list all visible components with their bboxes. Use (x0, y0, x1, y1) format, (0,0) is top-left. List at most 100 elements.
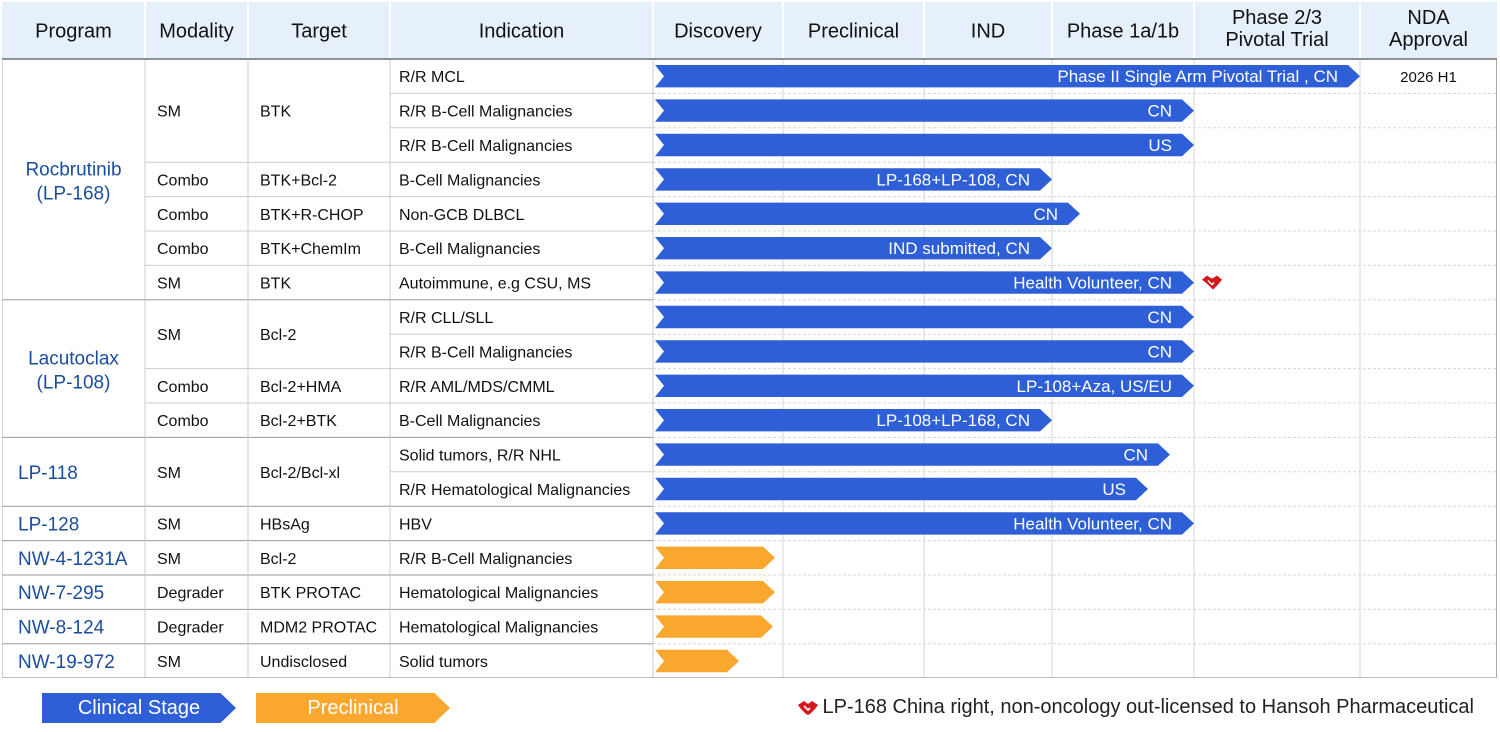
indication-cell: B-Cell Malignancies (399, 172, 540, 189)
pipeline-table: Program Modality Target Indication Discovery… (2, 2, 1497, 678)
modality-cell: Combo (157, 379, 209, 396)
target-cell: BTK PROTAC (260, 585, 361, 602)
indication-cell: Non-GCB DLBCL (399, 207, 524, 224)
target-cell: Bcl-2 (260, 327, 297, 344)
program-code: (LP-168) (37, 183, 111, 204)
modality-cell: SM (157, 104, 181, 121)
target-cell: Bcl-2 (260, 551, 297, 568)
progress-label: Health Volunteer, CN (1013, 514, 1172, 533)
program-name: LP-128 (18, 514, 79, 535)
column-header: Phase 1a/1b (1067, 21, 1179, 43)
program-name: NW-4-1231A (18, 549, 128, 570)
target-cell: BTK+Bcl-2 (260, 172, 337, 189)
progress-label: Health Volunteer, CN (1013, 274, 1172, 293)
progress-label: CN (1147, 342, 1172, 361)
preclinical-progress-arrow (655, 581, 775, 604)
preclinical-progress-arrow (655, 546, 775, 569)
handshake-icon (1202, 275, 1222, 290)
progress-label: Phase II Single Arm Pivotal Trial , CN (1057, 67, 1338, 86)
target-cell: BTK+ChemIm (260, 241, 361, 258)
column-header: Program (35, 21, 112, 43)
clinical-progress-arrow (655, 477, 1148, 501)
column-header: Modality (159, 21, 233, 43)
legend-preclinical: Preclinical (256, 693, 450, 723)
indication-cell: B-Cell Malignancies (399, 241, 540, 258)
clinical-progress-arrow (655, 133, 1194, 157)
modality-cell: SM (157, 654, 181, 671)
indication-cell: B-Cell Malignancies (399, 413, 540, 430)
modality-cell: Combo (157, 241, 209, 258)
progress-label: CN (1123, 446, 1148, 465)
target-cell: Bcl-2+BTK (260, 413, 337, 430)
indication-cell: R/R CLL/SLL (399, 310, 493, 327)
indication-cell: HBV (399, 516, 432, 533)
column-header: Preclinical (808, 21, 899, 43)
modality-cell: Degrader (157, 585, 224, 602)
target-cell: BTK (260, 276, 291, 293)
progress-label: CN (1033, 205, 1058, 224)
indication-cell: R/R B-Cell Malignancies (399, 138, 572, 155)
indication-cell: R/R Hematological Malignancies (399, 482, 630, 499)
target-cell: BTK (260, 104, 291, 121)
target-cell: HBsAg (260, 516, 310, 533)
target-cell: BTK+R-CHOP (260, 207, 364, 224)
clinical-progress-arrow (655, 305, 1194, 329)
licensing-note-text: LP-168 China right, non-oncology out-lic… (822, 696, 1475, 718)
progress-label: LP-168+LP-108, CN (876, 170, 1030, 189)
program-name: Rocbrutinib (25, 159, 121, 180)
column-header: Discovery (674, 21, 762, 43)
column-header: Pivotal Trial (1225, 29, 1328, 51)
target-cell: Undisclosed (260, 654, 347, 671)
indication-cell: R/R AML/MDS/CMML (399, 379, 555, 396)
progress-label: CN (1147, 308, 1172, 327)
modality-cell: Combo (157, 413, 209, 430)
program-name: Lacutoclax (28, 349, 119, 370)
modality-cell: SM (157, 327, 181, 344)
handshake-icon (797, 700, 818, 715)
indication-cell: Autoimmune, e.g CSU, MS (399, 276, 591, 293)
program-name: NW-8-124 (18, 618, 105, 639)
indication-cell: R/R MCL (399, 69, 465, 86)
target-cell: Bcl-2+HMA (260, 379, 342, 396)
progress-label: US (1148, 136, 1172, 155)
modality-cell: Combo (157, 207, 209, 224)
modality-cell: SM (157, 516, 181, 533)
indication-cell: Solid tumors, R/R NHL (399, 448, 561, 465)
indication-cell: R/R B-Cell Malignancies (399, 551, 572, 568)
target-cell: Bcl-2/Bcl-xl (260, 465, 340, 482)
program-name: LP-118 (18, 463, 78, 484)
column-header: Indication (479, 21, 565, 43)
indication-cell: R/R B-Cell Malignancies (399, 344, 572, 361)
clinical-progress-arrow (655, 443, 1170, 466)
modality-cell: SM (157, 465, 181, 482)
legend-preclinical-label: Preclinical (256, 693, 450, 723)
indication-cell: R/R B-Cell Malignancies (399, 104, 572, 121)
indication-cell: Solid tumors (399, 654, 488, 671)
legend-clinical-label: Clinical Stage (42, 693, 236, 723)
column-header: IND (971, 21, 1005, 43)
program-name: NW-19-972 (18, 652, 115, 673)
licensing-note: LP-168 China right, non-oncology out-lic… (797, 696, 1475, 719)
preclinical-progress-arrow (655, 615, 773, 638)
progress-label: LP-108+Aza, US/EU (1017, 377, 1172, 396)
modality-cell: SM (157, 276, 181, 293)
column-header: Approval (1389, 29, 1468, 51)
clinical-progress-arrow (655, 340, 1194, 363)
program-code: (LP-108) (37, 373, 111, 394)
progress-label: LP-108+LP-168, CN (876, 411, 1030, 430)
preclinical-progress-arrow (655, 649, 739, 673)
clinical-progress-arrow (655, 202, 1080, 225)
modality-cell: Combo (157, 172, 209, 189)
column-header: NDA (1407, 7, 1450, 29)
legend: Clinical Stage Preclinical LP-168 China … (0, 684, 1500, 732)
clinical-progress-arrow (655, 99, 1194, 122)
target-cell: MDM2 PROTAC (260, 620, 377, 637)
legend-clinical-stage: Clinical Stage (42, 693, 236, 723)
progress-label: IND submitted, CN (888, 239, 1030, 258)
indication-cell: Hematological Malignancies (399, 585, 598, 602)
progress-label: US (1102, 480, 1126, 499)
progress-label: CN (1147, 102, 1172, 121)
modality-cell: Degrader (157, 620, 224, 637)
column-header: Target (291, 21, 347, 43)
modality-cell: SM (157, 551, 181, 568)
